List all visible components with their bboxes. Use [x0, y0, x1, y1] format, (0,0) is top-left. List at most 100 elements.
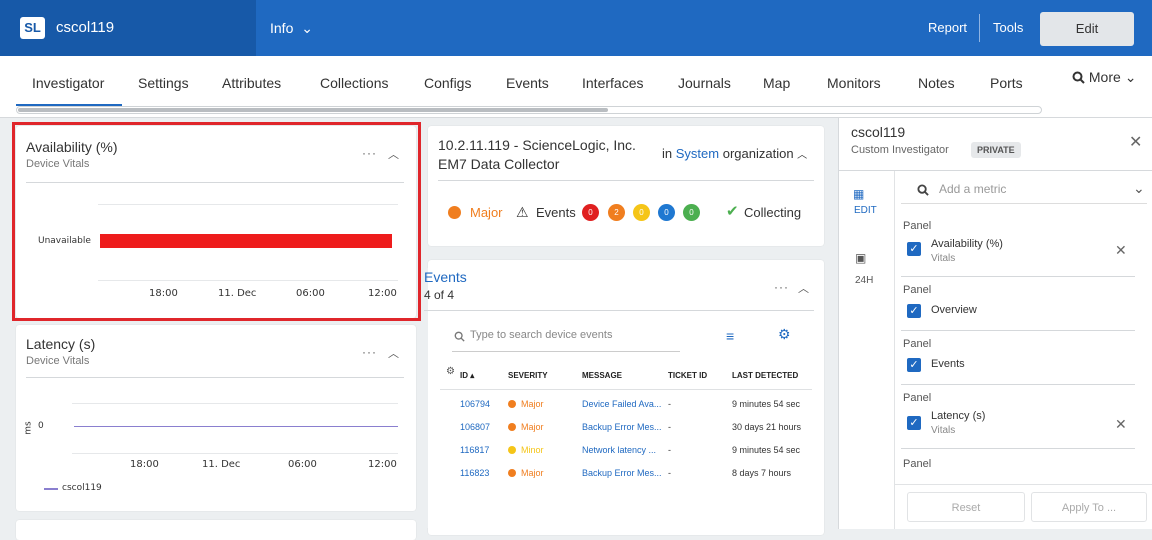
- tab-configs[interactable]: Configs: [424, 75, 471, 91]
- gear-icon[interactable]: ⚙: [446, 366, 455, 377]
- checkbox-latency[interactable]: ✓: [907, 416, 921, 430]
- tab-collections[interactable]: Collections: [320, 75, 388, 91]
- tab-investigator[interactable]: Investigator: [32, 75, 104, 91]
- column-header-ticket-id[interactable]: TICKET ID: [668, 371, 707, 380]
- legend-label[interactable]: cscol119: [62, 483, 102, 493]
- device-name: cscol119: [56, 19, 115, 36]
- event-message[interactable]: Network latency ...: [582, 445, 656, 455]
- event-message[interactable]: Backup Error Mes...: [582, 422, 662, 432]
- event-id[interactable]: 106807: [460, 422, 490, 432]
- panel-name: Latency (s): [931, 410, 986, 422]
- tab-notes[interactable]: Notes: [918, 75, 955, 91]
- column-header-last-detected[interactable]: LAST DETECTED: [732, 371, 798, 380]
- reset-button[interactable]: Reset: [907, 492, 1025, 522]
- collapse-icon[interactable]: ︿: [797, 150, 807, 161]
- panel-item-label: Panel: [903, 458, 932, 470]
- event-message[interactable]: Device Failed Ava...: [582, 399, 661, 409]
- tab-attributes[interactable]: Attributes: [222, 75, 281, 91]
- organization-link[interactable]: System: [676, 146, 719, 161]
- time-period-tab[interactable]: 24H: [855, 275, 873, 286]
- tab-scrollbar[interactable]: [16, 106, 1042, 114]
- apply-to-button[interactable]: Apply To ...: [1031, 492, 1147, 522]
- tools-button[interactable]: Tools: [993, 20, 1023, 35]
- column-header-id[interactable]: ID ▴: [460, 371, 474, 380]
- event-severity: Minor: [508, 445, 544, 455]
- x-tick-label: 06:00: [288, 459, 317, 470]
- table-row[interactable]: 116823 Major Backup Error Mes... - 8 days 7 …: [440, 465, 812, 485]
- major-count-badge[interactable]: 2: [608, 204, 625, 221]
- critical-count-badge[interactable]: 0: [582, 204, 599, 221]
- severity-dot-icon: [508, 400, 516, 408]
- layout-icon[interactable]: ▦: [853, 187, 864, 201]
- add-metric-select[interactable]: Add a metric ⌄: [901, 178, 1147, 204]
- table-row[interactable]: 116817 Minor Network latency ... - 9 minutes…: [440, 442, 812, 462]
- tab-journals[interactable]: Journals: [678, 75, 731, 91]
- panel-item-label: Panel: [903, 392, 932, 404]
- edit-tab[interactable]: EDIT: [854, 205, 877, 216]
- table-row[interactable]: 106807 Major Backup Error Mes... - 30 days 2…: [440, 419, 812, 439]
- panel-name: Events: [931, 358, 965, 370]
- column-header-message[interactable]: MESSAGE: [582, 371, 622, 380]
- event-id[interactable]: 116817: [460, 445, 489, 455]
- panel-gap: [424, 268, 428, 528]
- event-id[interactable]: 106794: [460, 399, 490, 409]
- divider: [901, 330, 1135, 331]
- tab-events[interactable]: Events: [506, 75, 549, 91]
- collapse-icon[interactable]: ︿: [388, 345, 399, 361]
- edit-button[interactable]: Edit: [1040, 12, 1134, 46]
- panel-rail: ▦ EDIT ▣ 24H: [839, 171, 895, 529]
- divider: [901, 384, 1135, 385]
- gear-icon[interactable]: ⚙: [778, 326, 791, 343]
- column-header-severity[interactable]: SEVERITY: [508, 371, 548, 380]
- tab-monitors[interactable]: Monitors: [827, 75, 881, 91]
- report-button[interactable]: Report: [928, 20, 967, 35]
- latency-panel: Latency (s) Device Vitals ··· ︿ ms 0 18:…: [16, 325, 416, 511]
- divider: [895, 484, 1152, 485]
- event-severity: Major: [508, 399, 544, 409]
- latency-series-line: [74, 426, 398, 427]
- calendar-icon[interactable]: ▣: [855, 251, 866, 265]
- search-icon: [1072, 71, 1085, 84]
- warning-icon: ⚠: [516, 204, 529, 220]
- event-message[interactable]: Backup Error Mes...: [582, 468, 662, 478]
- events-title[interactable]: Events: [424, 269, 467, 285]
- divider: [438, 180, 814, 181]
- tab-map[interactable]: Map: [763, 75, 790, 91]
- info-label: Info: [270, 20, 294, 36]
- scrollbar-thumb[interactable]: [18, 108, 608, 112]
- y-tick-label: 0: [38, 421, 44, 431]
- checkbox-overview[interactable]: ✓: [907, 304, 921, 318]
- notice-count-badge[interactable]: 0: [658, 204, 675, 221]
- close-icon[interactable]: ✕: [1129, 132, 1142, 152]
- remove-panel-icon[interactable]: ✕: [1115, 416, 1127, 433]
- divider: [424, 310, 814, 311]
- more-menu[interactable]: More ⌄: [1072, 69, 1136, 86]
- organization-info: in System organization ︿: [662, 146, 807, 161]
- investigator-config-panel: cscol119 Custom Investigator PRIVATE ✕ ▦…: [838, 118, 1152, 529]
- checkbox-events[interactable]: ✓: [907, 358, 921, 372]
- healthy-count-badge[interactable]: 0: [683, 204, 700, 221]
- chevron-down-icon: ⌄: [301, 20, 313, 36]
- event-ticket-id: -: [668, 468, 671, 478]
- info-dropdown[interactable]: Info ⌄: [270, 20, 313, 37]
- list-scrollbar[interactable]: [1135, 214, 1141, 482]
- table-row[interactable]: 106794 Major Device Failed Ava... - 9 minute…: [440, 396, 812, 416]
- collapse-icon[interactable]: ︿: [798, 280, 809, 296]
- device-header: SL cscol119: [0, 0, 256, 56]
- event-last-detected: 9 minutes 54 sec: [732, 399, 801, 409]
- remove-panel-icon[interactable]: ✕: [1115, 242, 1127, 259]
- chevron-down-icon: ⌄: [1133, 180, 1145, 196]
- legend-swatch: [44, 488, 58, 490]
- tab-ports[interactable]: Ports: [990, 75, 1023, 91]
- event-search-input[interactable]: Type to search device events: [452, 328, 680, 352]
- x-tick-label: 11. Dec: [202, 459, 241, 470]
- more-options-icon[interactable]: ···: [774, 280, 789, 294]
- tab-settings[interactable]: Settings: [138, 75, 189, 91]
- minor-count-badge[interactable]: 0: [633, 204, 650, 221]
- checkbox-availability[interactable]: ✓: [907, 242, 921, 256]
- event-id[interactable]: 116823: [460, 468, 489, 478]
- list-icon[interactable]: ≡: [726, 328, 734, 344]
- search-icon: [454, 331, 465, 342]
- more-options-icon[interactable]: ···: [362, 345, 377, 359]
- tab-interfaces[interactable]: Interfaces: [582, 75, 643, 91]
